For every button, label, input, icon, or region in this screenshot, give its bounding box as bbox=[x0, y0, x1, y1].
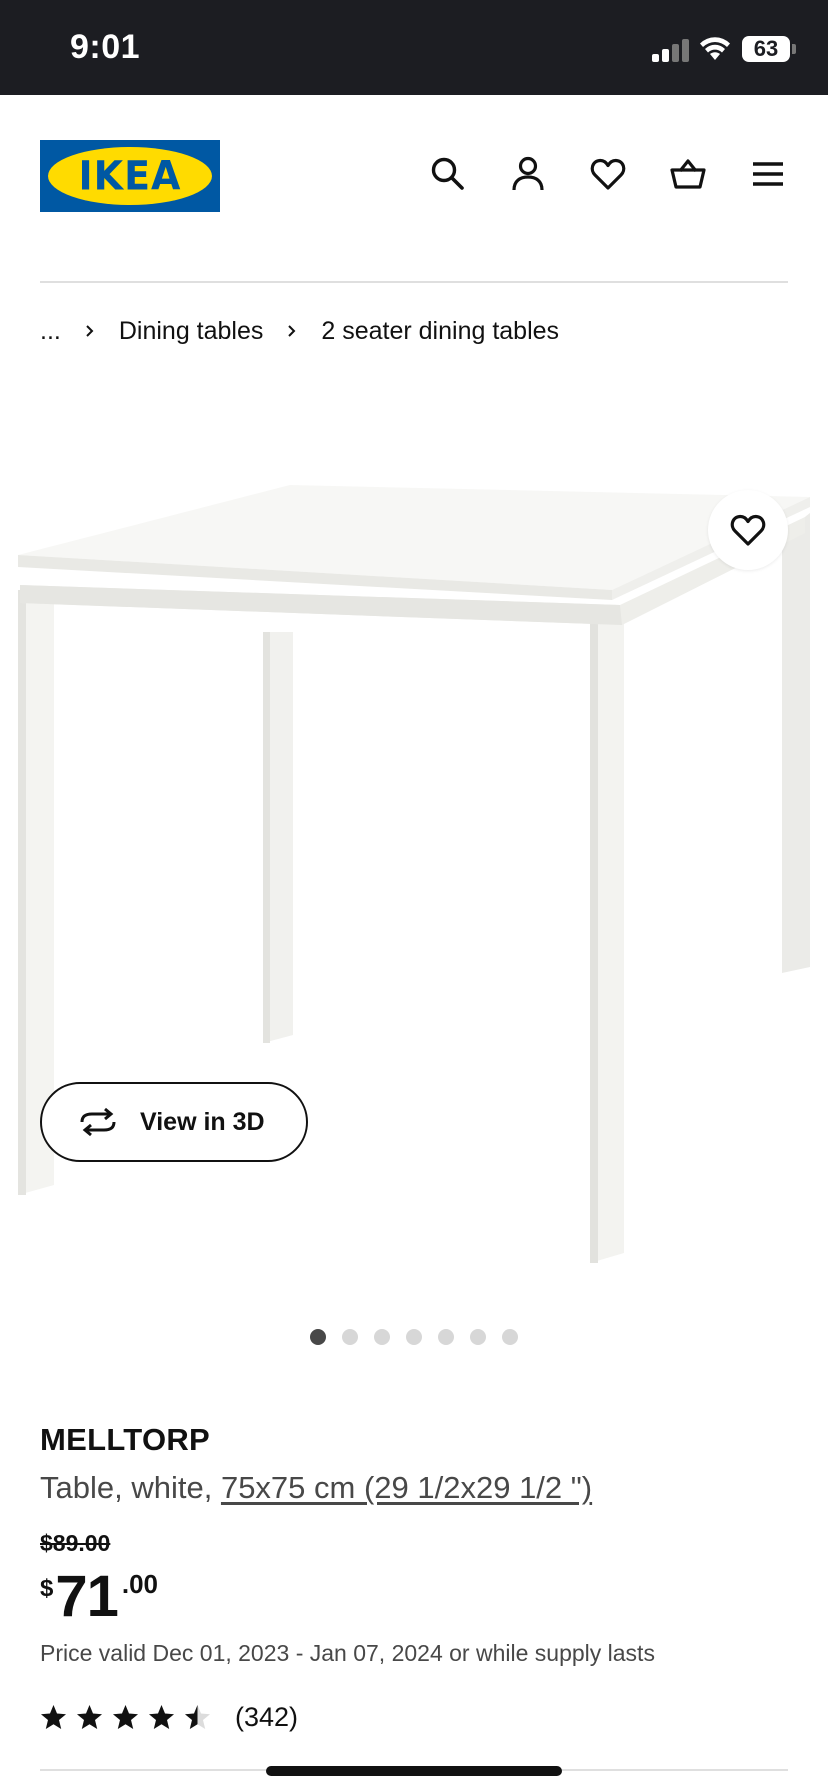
heart-icon[interactable] bbox=[584, 150, 632, 198]
price-integer: 71 bbox=[55, 1564, 119, 1629]
current-price: $ 71 .00 bbox=[40, 1565, 158, 1629]
ikea-logo[interactable]: IKEA bbox=[40, 140, 220, 212]
carousel-dot-1[interactable] bbox=[310, 1329, 326, 1345]
product-name: MELLTORP bbox=[40, 1422, 211, 1457]
view-in-3d-label: View in 3D bbox=[140, 1107, 265, 1136]
chevron-right-icon bbox=[285, 324, 299, 338]
battery-tip bbox=[792, 44, 796, 54]
chevron-right-icon bbox=[83, 324, 97, 338]
star-full-icon bbox=[77, 1705, 102, 1729]
view-in-3d-button[interactable]: View in 3D bbox=[40, 1082, 308, 1162]
cellular-signal-icon bbox=[652, 38, 690, 62]
header-divider bbox=[40, 281, 788, 283]
battery-icon: 63 bbox=[742, 36, 790, 62]
breadcrumb: ... Dining tables 2 seater dining tables bbox=[40, 314, 559, 348]
star-full-icon bbox=[149, 1705, 174, 1729]
logo-ellipse: IKEA bbox=[48, 147, 212, 205]
price-decimal: .00 bbox=[121, 1569, 159, 1599]
carousel-dot-2[interactable] bbox=[342, 1329, 358, 1345]
star-full-icon bbox=[113, 1705, 138, 1729]
status-bar: 9:01 63 bbox=[0, 0, 828, 95]
status-time: 9:01 bbox=[70, 28, 141, 66]
menu-icon[interactable] bbox=[744, 150, 792, 198]
home-indicator bbox=[266, 1766, 562, 1776]
rating-stars bbox=[40, 1704, 211, 1731]
product-type: Table, white, bbox=[40, 1470, 213, 1505]
heart-icon bbox=[730, 514, 766, 546]
breadcrumb-ellipsis[interactable]: ... bbox=[40, 317, 61, 346]
rotate-3d-icon bbox=[80, 1107, 116, 1137]
price-currency: $ bbox=[40, 1575, 54, 1602]
star-half-icon bbox=[185, 1705, 210, 1729]
rating[interactable]: (342) bbox=[40, 1702, 298, 1733]
carousel-dot-3[interactable] bbox=[374, 1329, 390, 1345]
price-validity: Price valid Dec 01, 2023 - Jan 07, 2024 … bbox=[40, 1640, 655, 1666]
carousel-dot-4[interactable] bbox=[406, 1329, 422, 1345]
review-count: (342) bbox=[235, 1702, 299, 1732]
old-price: $89.00 bbox=[40, 1530, 111, 1556]
carousel-dots bbox=[310, 1329, 518, 1345]
carousel-dot-7[interactable] bbox=[502, 1329, 518, 1345]
favorite-button[interactable] bbox=[708, 490, 788, 570]
breadcrumb-dining-tables[interactable]: Dining tables bbox=[119, 317, 264, 346]
carousel-dot-6[interactable] bbox=[470, 1329, 486, 1345]
account-icon[interactable] bbox=[504, 150, 552, 198]
star-full-icon bbox=[41, 1705, 66, 1729]
logo-text: IKEA bbox=[78, 152, 182, 200]
search-icon[interactable] bbox=[424, 150, 472, 198]
product-size-link[interactable]: 75x75 cm (29 1/2x29 1/2 ") bbox=[221, 1470, 592, 1505]
carousel-dot-5[interactable] bbox=[438, 1329, 454, 1345]
product-description: Table, white, 75x75 cm (29 1/2x29 1/2 ") bbox=[40, 1470, 592, 1506]
breadcrumb-2-seater-dining-tables[interactable]: 2 seater dining tables bbox=[321, 317, 559, 346]
wifi-icon bbox=[698, 34, 732, 62]
shopping-bag-icon[interactable] bbox=[664, 150, 712, 198]
